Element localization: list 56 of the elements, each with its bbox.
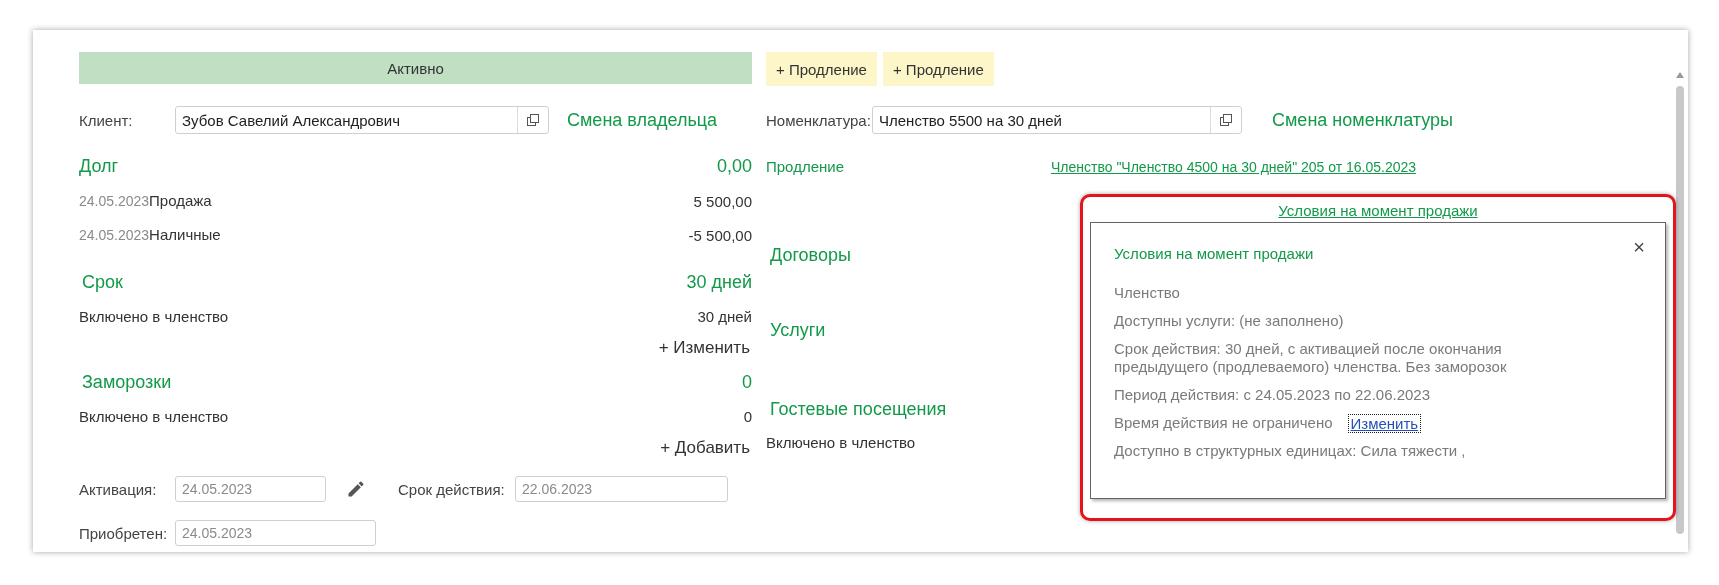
condition-text: Срок действия: 30 дней, с активацией после окончания предыдущего (продлеваемого) членства. Без заморозок (1114, 340, 1508, 376)
extension-button[interactable]: + Продление (766, 52, 877, 86)
section-title: Срок (82, 272, 123, 293)
scrollbar-thumb[interactable] (1676, 86, 1684, 534)
included-value: 0 (743, 408, 752, 425)
open-icon[interactable] (1220, 114, 1232, 126)
included-label: Включено в членство (79, 408, 229, 425)
field-label: Приобретен: (79, 524, 169, 542)
close-button[interactable]: × (1633, 236, 1645, 259)
included-value: 30 дней (697, 308, 752, 325)
conditions-link[interactable]: Условия на момент продажи (1278, 202, 1478, 219)
add-link[interactable]: + Изменить (658, 338, 750, 358)
field-label: Активация: (79, 480, 158, 498)
entry-date: 24.05.2023 (79, 227, 150, 243)
client-field[interactable]: Зубов Савелий Александрович (175, 106, 549, 134)
change-nomenclature-link[interactable]: Смена номенклатуры (1272, 109, 1453, 131)
section-total: 0,00 (716, 156, 752, 177)
field-label: Клиент: (79, 111, 134, 129)
date-field[interactable]: 22.06.2023 (515, 476, 728, 502)
pencil-icon[interactable] (346, 479, 366, 499)
section-total: 0 (742, 372, 752, 393)
entry-label: Наличные (149, 226, 221, 243)
nomenclature-field[interactable]: Членство 5500 на 30 дней (872, 106, 1242, 134)
section-title: Услуги (769, 320, 826, 341)
extension-button[interactable]: + Продление (882, 52, 994, 86)
condition-text: Доступны услуги: (не заполнено) (1114, 312, 1345, 330)
condition-text: Доступно в структурных единицах: Сила тяжести , (1114, 442, 1467, 460)
add-link[interactable]: + Добавить (660, 438, 750, 458)
scroll-up-icon[interactable] (1676, 72, 1684, 78)
section-title: Гостевые посещения (769, 399, 947, 420)
entry-amount: -5 500,00 (688, 226, 752, 244)
status-bar: Активно (79, 52, 752, 84)
section-title: Договоры (769, 245, 851, 266)
condition-text: Период действия: с 24.05.2023 по 22.06.2023 (1114, 386, 1432, 404)
open-icon[interactable] (527, 114, 539, 126)
condition-text: Членство (1114, 284, 1181, 302)
renewal-label: Продление (766, 158, 845, 175)
entry-amount: 5 500,00 (693, 192, 752, 210)
field-label: Номенклатура: (766, 111, 872, 129)
section-total: 30 дней (686, 272, 752, 293)
entry-label: Продажа (149, 192, 212, 209)
section-title: Заморозки (82, 372, 172, 393)
field-value: Членство 5500 на 30 дней (878, 110, 1063, 131)
section-title: Долг (79, 156, 119, 177)
change-owner-link[interactable]: Смена владельца (567, 109, 718, 131)
change-link[interactable]: Изменить (1348, 414, 1421, 432)
date-field[interactable]: 24.05.2023 (175, 520, 376, 546)
panel-title: Условия на момент продажи (1114, 245, 1315, 262)
renewal-link[interactable]: Членство "Членство 4500 на 30 дней" 205 от 16.05.2023 (1051, 158, 1417, 175)
entry-date: 24.05.2023 (79, 193, 150, 209)
condition-text: Время действия не ограничено (1114, 414, 1333, 432)
included-label: Включено в членство (79, 308, 229, 325)
field-value: Зубов Савелий Александрович (181, 110, 402, 131)
field-label: Срок действия: (398, 480, 506, 498)
date-field[interactable]: 24.05.2023 (175, 476, 326, 502)
included-label: Включено в членство (766, 434, 916, 451)
